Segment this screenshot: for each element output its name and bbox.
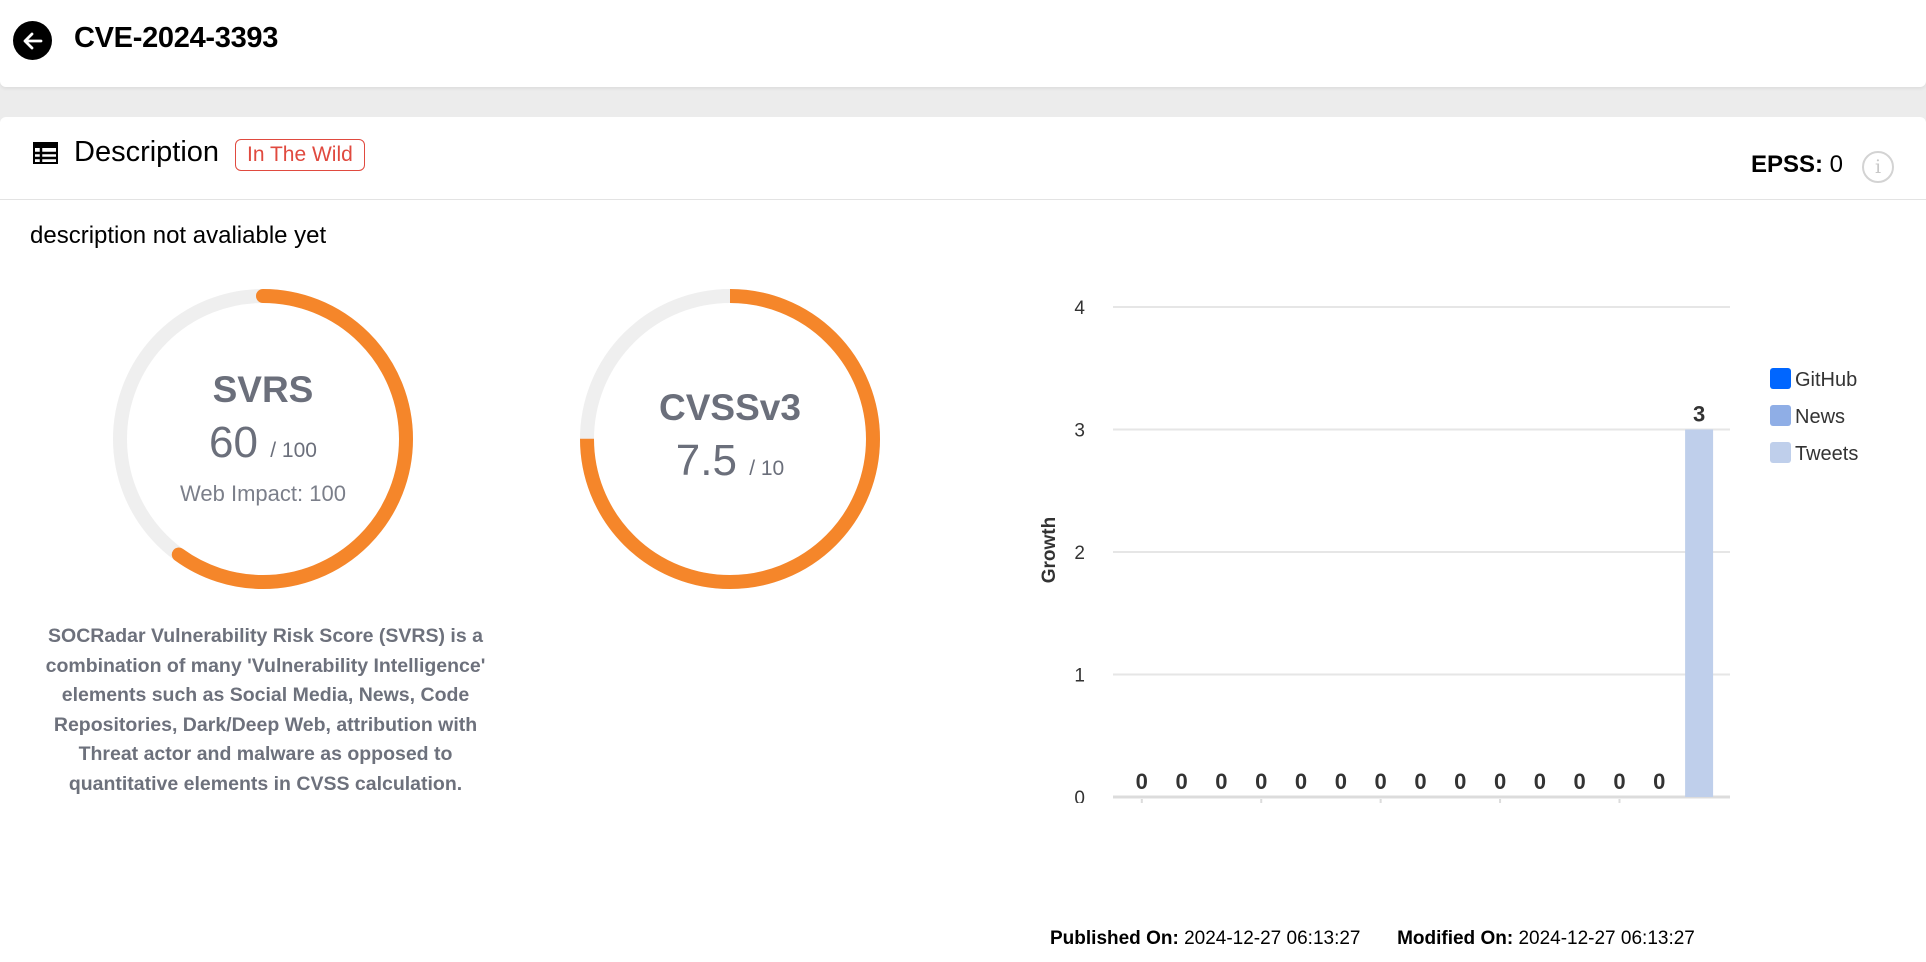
data-label: 0 — [1375, 769, 1387, 794]
bar-layer — [1685, 429, 1714, 797]
modified-value: 2024-12-27 06:13:27 — [1518, 928, 1695, 949]
table-list-icon — [33, 142, 58, 164]
info-icon[interactable]: i — [1862, 151, 1894, 183]
description-text: description not avaliable yet — [30, 222, 327, 249]
cvss-score-max: / 10 — [749, 457, 785, 480]
legend-layer: GitHub News Tweets — [1770, 368, 1858, 465]
cvss-gauge: CVSSv3 7.5 / 10 — [575, 284, 885, 594]
svrs-score-value: 60 — [209, 418, 258, 467]
legend-swatch-github — [1770, 368, 1791, 389]
data-label: 0 — [1653, 769, 1665, 794]
svrs-web-impact: Web Impact: 100 — [180, 481, 346, 506]
data-label: 0 — [1613, 769, 1625, 794]
growth-chart-svg: 01234013 Dec00016 Dec00019 Dec00022 Dec0… — [1039, 298, 1858, 847]
data-label: 0 — [1494, 769, 1506, 794]
grid-layer — [1113, 306, 1730, 811]
data-label: 0 — [1414, 769, 1426, 794]
data-label: 0 — [1574, 769, 1586, 794]
page-title: CVE-2024-3393 — [74, 22, 279, 54]
page-header: CVE-2024-3393 — [0, 0, 1926, 87]
legend-label-tweets: Tweets — [1795, 443, 1858, 465]
published-value: 2024-12-27 06:13:27 — [1184, 928, 1361, 949]
legend-swatch-news — [1770, 405, 1791, 426]
card-title: Description — [74, 136, 220, 168]
legend-label-github: GitHub — [1795, 369, 1857, 391]
cvss-score: 7.5 / 10 — [575, 436, 885, 486]
data-label: 3 — [1693, 402, 1705, 427]
data-label: 0 — [1295, 769, 1307, 794]
data-label: 0 — [1335, 769, 1347, 794]
data-label: 0 — [1255, 769, 1267, 794]
y-tick-label: 2 — [1074, 543, 1085, 564]
modified-label: Modified On: — [1397, 928, 1514, 949]
y-axis-label: Growth — [1039, 517, 1060, 584]
svrs-explanation: SOCRadar Vulnerability Risk Score (SVRS)… — [45, 625, 486, 795]
svrs-gauge: SVRS 60 / 100 Web Impact: 100 — [108, 284, 418, 594]
data-label: 0 — [1136, 769, 1148, 794]
y-tick-label: 4 — [1074, 298, 1085, 319]
published-label: Published On: — [1050, 928, 1179, 949]
back-button[interactable] — [13, 21, 52, 60]
epss-label: EPSS: — [1750, 151, 1823, 178]
epss-value: 0 — [1829, 151, 1843, 178]
cvss-title: CVSSv3 — [659, 387, 801, 428]
label-layer: 01234013 Dec00016 Dec00019 Dec00022 Dec0… — [1074, 298, 1705, 847]
data-label: 0 — [1215, 769, 1227, 794]
description-card: Description In The Wild EPSS: 0 i descri… — [0, 117, 1926, 962]
svrs-title: SVRS — [212, 369, 314, 410]
date-footer: Published On: 2024-12-27 06:13:27 Modifi… — [1050, 928, 1695, 950]
y-tick-label: 3 — [1074, 421, 1085, 442]
legend-swatch-tweets — [1770, 442, 1791, 463]
svrs-score: 60 / 100 — [108, 418, 418, 468]
data-label: 0 — [1175, 769, 1187, 794]
y-tick-label: 1 — [1074, 666, 1085, 687]
epss-score: EPSS: 0 — [1751, 151, 1843, 179]
svrs-score-max: / 100 — [270, 439, 317, 462]
data-label: 0 — [1534, 769, 1546, 794]
legend-label-news: News — [1795, 406, 1845, 428]
card-header: Description In The Wild EPSS: 0 i — [0, 117, 1926, 200]
arrow-left-icon — [23, 32, 42, 49]
in-the-wild-badge: In The Wild — [235, 139, 365, 171]
bar-tweets — [1685, 429, 1714, 797]
data-label: 0 — [1454, 769, 1466, 794]
y-tick-label: 0 — [1074, 788, 1085, 803]
cvss-score-value: 7.5 — [675, 436, 737, 485]
growth-chart: 01234013 Dec00016 Dec00019 Dec00022 Dec0… — [1020, 273, 1926, 847]
